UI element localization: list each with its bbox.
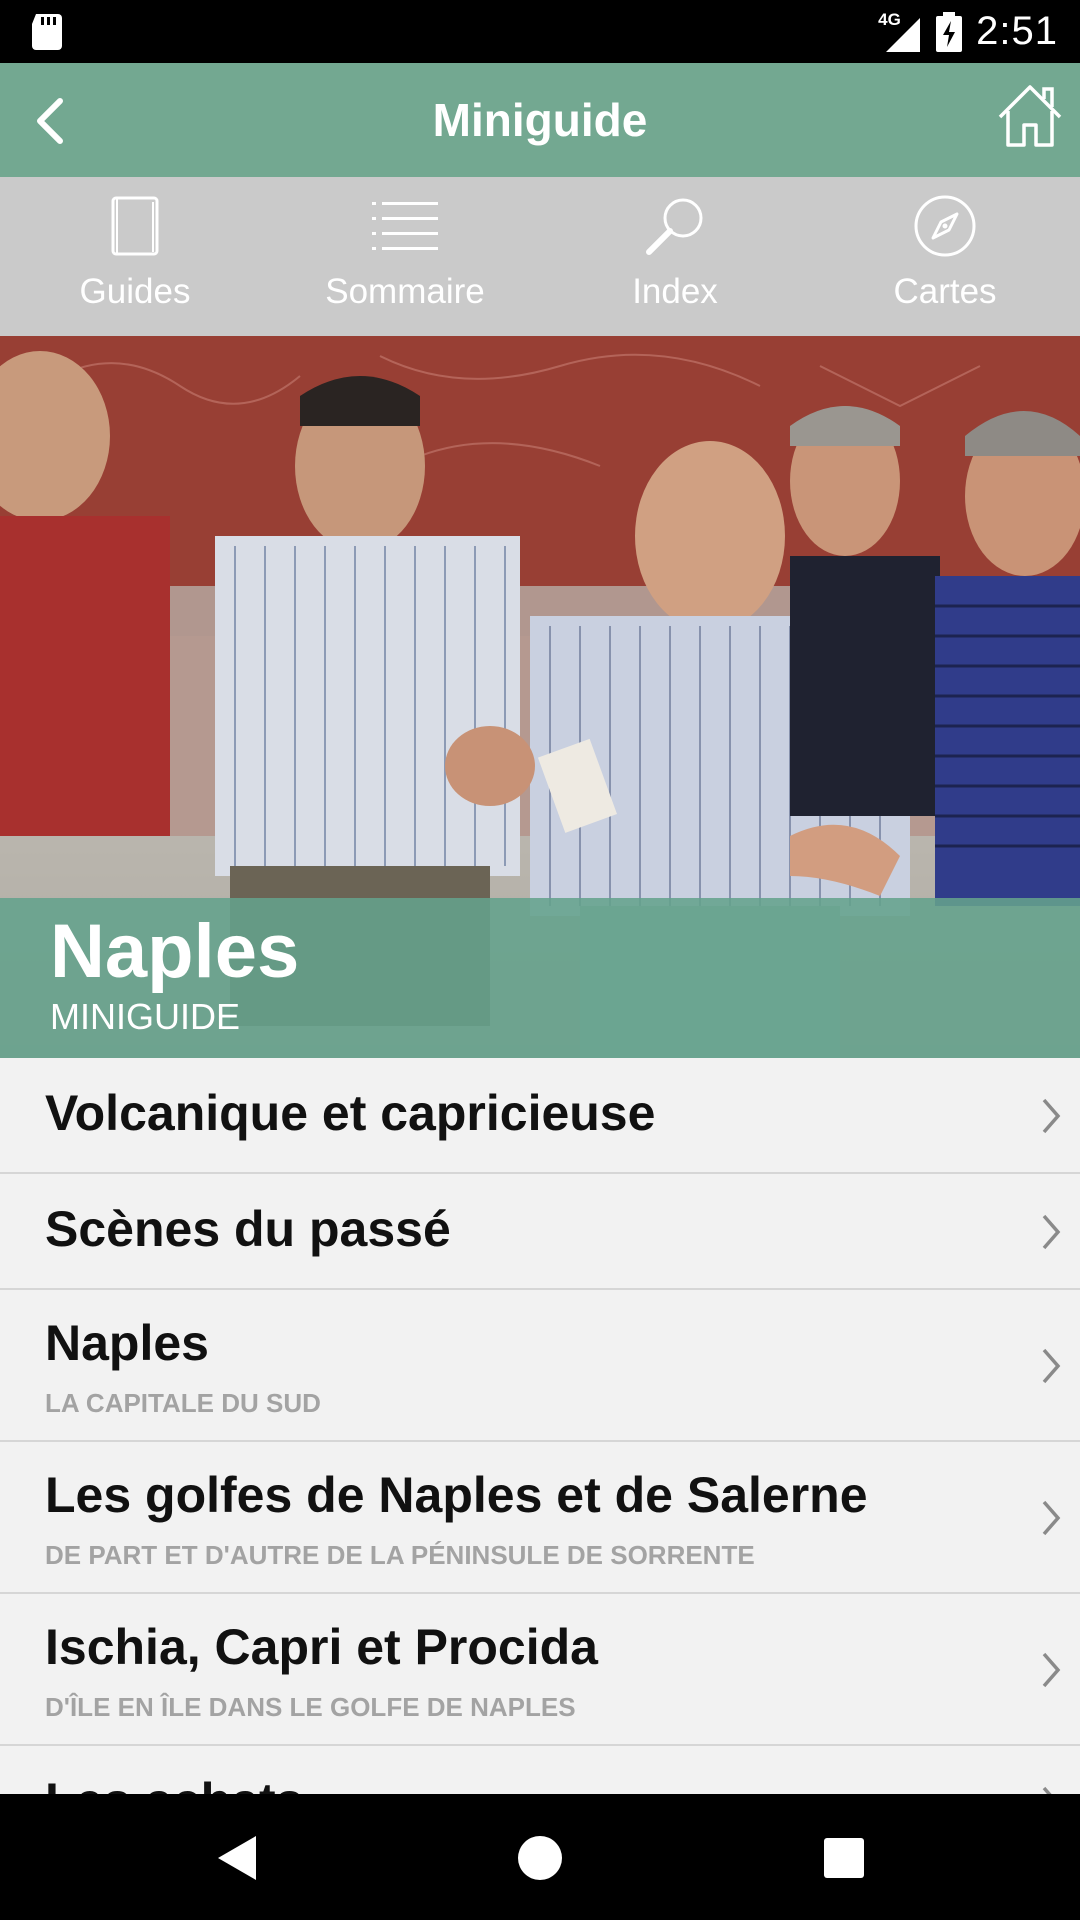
list-item-title: Scènes du passé (45, 1201, 451, 1257)
tab-guides[interactable]: Guides (0, 177, 270, 336)
list-item-subtitle: DE PART ET D'AUTRE DE LA PÉNINSULE DE SO… (45, 1540, 755, 1570)
battery-charging-icon (936, 11, 963, 52)
list-item-title: Volcanique et capricieuse (45, 1085, 656, 1141)
nav-back-icon[interactable] (206, 1828, 266, 1888)
app-bar: Miniguide (0, 63, 1080, 177)
search-icon (646, 198, 703, 255)
list-item-title: Ischia, Capri et Procida (45, 1619, 598, 1675)
list-item-subtitle: LA CAPITALE DU SUD (45, 1388, 321, 1418)
list-item[interactable]: Ischia, Capri et Procida D'ÎLE EN ÎLE DA… (0, 1594, 1080, 1746)
tab-cartes-label: Cartes (893, 272, 997, 311)
chevron-right-icon (1042, 1786, 1052, 1794)
list-item-subtitle: D'ÎLE EN ÎLE DANS LE GOLFE DE NAPLES (45, 1692, 576, 1722)
system-nav-bar (0, 1794, 1080, 1920)
status-bar: 4G 2:51 (0, 0, 1080, 63)
compass-icon (914, 195, 976, 257)
tab-sommaire-label: Sommaire (325, 272, 485, 311)
sd-card-icon (32, 14, 62, 50)
list-item[interactable]: Volcanique et capricieuse (0, 1058, 1080, 1174)
list-item-title: Naples (45, 1315, 209, 1371)
tab-guides-label: Guides (79, 272, 191, 311)
signal-icon: 4G (876, 10, 922, 52)
chapter-list: Volcanique et capricieuse Scènes du pass… (0, 1058, 1080, 1794)
home-icon[interactable] (996, 81, 1064, 151)
list-icon (372, 202, 438, 250)
list-item[interactable]: Naples LA CAPITALE DU SUD (0, 1290, 1080, 1442)
chevron-right-icon (1042, 1500, 1061, 1536)
list-item-title: Les golfes de Naples et de Salerne (45, 1467, 868, 1523)
toolbar: Guides Sommaire Index Cartes (0, 177, 1080, 336)
chevron-right-icon (1042, 1348, 1061, 1384)
page-title: Miniguide (432, 94, 648, 146)
tab-index[interactable]: Index (540, 177, 810, 336)
list-item-title: Les achats (45, 1772, 303, 1794)
nav-recents-icon[interactable] (814, 1828, 874, 1888)
hero-banner[interactable]: Naples MINIGUIDE (0, 336, 1080, 1058)
chevron-right-icon (1042, 1652, 1061, 1688)
tab-index-label: Index (632, 272, 718, 311)
list-item[interactable]: Les achats (0, 1746, 1080, 1794)
chevron-right-icon (1042, 1214, 1061, 1250)
tab-cartes[interactable]: Cartes (810, 177, 1080, 336)
hero-subtitle: MINIGUIDE (50, 996, 241, 1037)
hero-caption: Naples MINIGUIDE (0, 898, 1080, 1058)
list-item[interactable]: Les golfes de Naples et de Salerne DE PA… (0, 1442, 1080, 1594)
hero-title: Naples (50, 909, 300, 994)
tab-sommaire[interactable]: Sommaire (270, 177, 540, 336)
list-item[interactable]: Scènes du passé (0, 1174, 1080, 1290)
chevron-right-icon (1042, 1098, 1061, 1134)
clock: 2:51 (976, 9, 1058, 53)
nav-home-icon[interactable] (510, 1828, 570, 1888)
book-icon (111, 196, 159, 256)
